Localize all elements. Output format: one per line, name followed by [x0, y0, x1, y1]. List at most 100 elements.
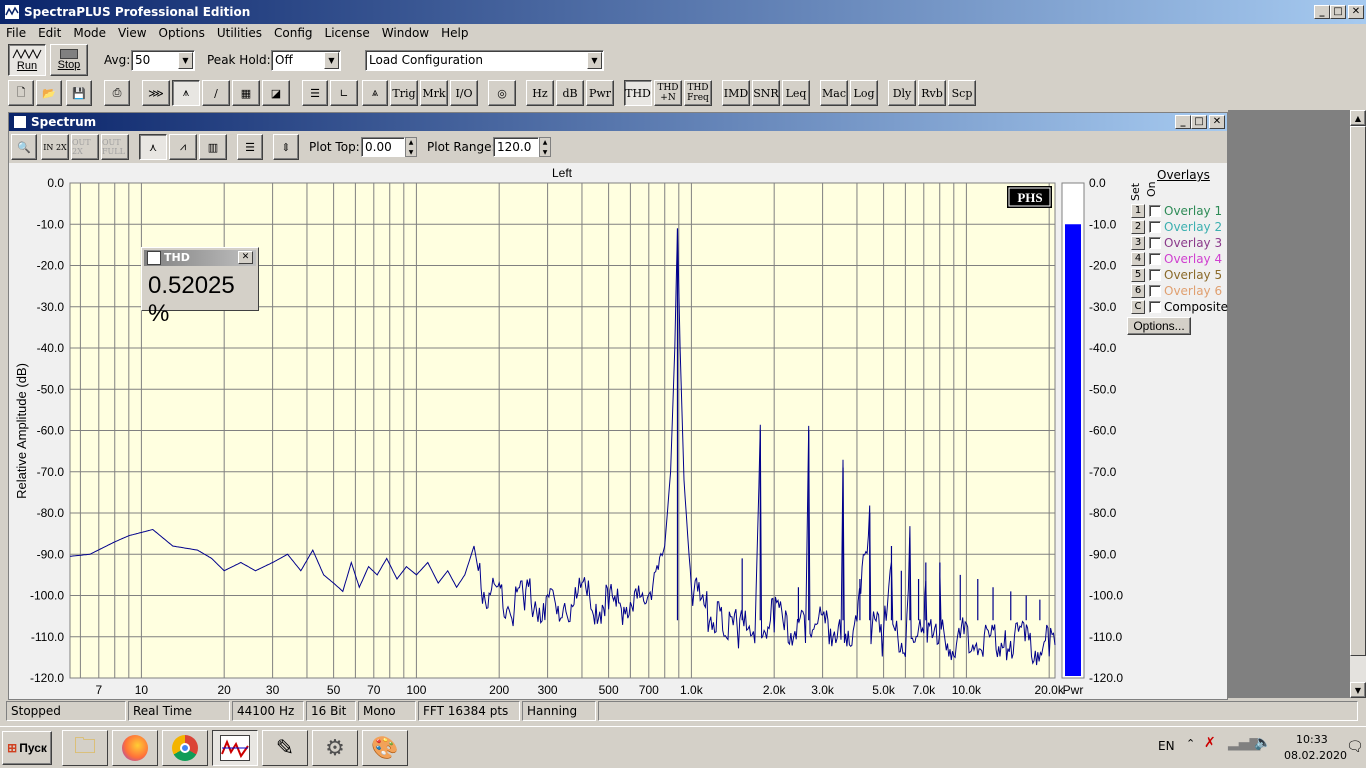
tray-expand-icon[interactable]: ⌃ — [1186, 737, 1195, 750]
spectrum-close-button[interactable]: ✕ — [1209, 115, 1225, 129]
overlay-5-checkbox[interactable] — [1149, 269, 1161, 281]
overlay-1-checkbox[interactable] — [1149, 205, 1161, 217]
plot-top-spinner[interactable]: ▲ ▼ — [405, 137, 417, 157]
overlay-6-checkbox[interactable] — [1149, 285, 1161, 297]
snr-button[interactable]: SNR — [752, 80, 780, 106]
composite-set-button[interactable]: C — [1131, 300, 1145, 314]
thd-readout-window[interactable]: THD ✕ 0.52025 % — [141, 247, 259, 327]
zoom-button[interactable]: 🔍 — [11, 134, 37, 160]
clock-date[interactable]: 08.02.2020 — [1284, 749, 1347, 762]
vertical-scrollbar[interactable]: ▲ ▼ — [1350, 110, 1366, 698]
menu-options[interactable]: Options — [153, 26, 211, 40]
stop-button[interactable]: Stop — [50, 44, 88, 76]
avg-select[interactable]: 50 ▼ — [131, 50, 195, 71]
overlay-set-5-button[interactable]: 5 — [1131, 268, 1145, 282]
menu-help[interactable]: Help — [435, 26, 474, 40]
minimize-button[interactable]: _ — [1314, 5, 1330, 19]
dly-button[interactable]: Dly — [888, 80, 916, 106]
line-plot-button[interactable]: ⋏ — [139, 134, 167, 160]
scroll-thumb[interactable] — [1350, 126, 1366, 656]
menu-view[interactable]: View — [112, 26, 152, 40]
log-button[interactable]: Log — [850, 80, 878, 106]
trig-button[interactable]: Trig — [390, 80, 418, 106]
menu-mode[interactable]: Mode — [67, 26, 112, 40]
overlay-set-4-button[interactable]: 4 — [1131, 252, 1145, 266]
scroll-up-icon[interactable]: ▲ — [1350, 110, 1366, 126]
open-button[interactable]: 📂 — [36, 80, 62, 106]
thd-freq-button[interactable]: THD Freq — [684, 80, 712, 106]
config-select[interactable]: Load Configuration ▼ — [365, 50, 604, 71]
mac-button[interactable]: Mac — [820, 80, 848, 106]
scroll-down-icon[interactable]: ▼ — [1350, 682, 1366, 698]
zoom-in-2x-button[interactable]: IN 2X — [41, 134, 69, 160]
spectrum-maximize-button[interactable]: □ — [1191, 115, 1207, 129]
menu-utilities[interactable]: Utilities — [211, 26, 268, 40]
overlay-set-6-button[interactable]: 6 — [1131, 284, 1145, 298]
hz-button[interactable]: Hz — [526, 80, 554, 106]
menu-config[interactable]: Config — [268, 26, 319, 40]
bar-plot-button[interactable]: ▥ — [199, 134, 227, 160]
plot-range-spinner[interactable]: ▲ ▼ — [539, 137, 551, 157]
scale-button[interactable]: ⇕ — [273, 134, 299, 160]
plot-settings-button[interactable]: ☰ — [237, 134, 263, 160]
chevron-down-icon[interactable]: ▼ — [178, 52, 193, 69]
maximize-button[interactable]: □ — [1330, 5, 1346, 19]
chevron-down-icon[interactable]: ▼ — [324, 52, 339, 69]
chevron-down-icon[interactable]: ▼ — [587, 52, 602, 69]
new-file-button[interactable]: 🗋 — [8, 80, 34, 106]
overlay-2-checkbox[interactable] — [1149, 221, 1161, 233]
paint-taskbar-button[interactable]: 🎨 — [362, 730, 408, 766]
overlay-set-2-button[interactable]: 2 — [1131, 220, 1145, 234]
overlay-set-3-button[interactable]: 3 — [1131, 236, 1145, 250]
db-button[interactable]: dB — [556, 80, 584, 106]
start-button[interactable]: ⊞ Пуск — [2, 731, 52, 765]
time-series-button[interactable]: ∕ — [202, 80, 230, 106]
3d-surface-button[interactable]: ◪ — [262, 80, 290, 106]
plot-top-input[interactable]: 0.00 — [361, 137, 405, 157]
zoom-out-2x-button[interactable]: OUT 2X — [71, 134, 99, 160]
thd-n-button[interactable]: THD +N — [654, 80, 682, 106]
io-button[interactable]: I/O — [450, 80, 478, 106]
thd-close-icon[interactable]: ✕ — [238, 251, 253, 264]
file-manager-taskbar-button[interactable]: 🗀 — [62, 730, 108, 766]
plot-range-input[interactable]: 120.0 — [493, 137, 539, 157]
spectraplus-taskbar-button[interactable] — [212, 730, 258, 766]
peak-hold-select[interactable]: Off ▼ — [271, 50, 341, 71]
tool-taskbar-button[interactable]: ⚙ — [312, 730, 358, 766]
print-button[interactable]: ⎙ — [104, 80, 130, 106]
axis-button[interactable]: ∟ — [330, 80, 358, 106]
volume-icon[interactable]: 🔈 — [1254, 735, 1271, 751]
rvb-button[interactable]: Rvb — [918, 80, 946, 106]
notification-icon[interactable]: 🗨 — [1346, 739, 1364, 755]
generator-button[interactable]: ⩓ — [362, 80, 388, 106]
network-icon[interactable]: ✗ — [1204, 735, 1216, 751]
spectrum-view-button[interactable]: ⩚ — [172, 80, 200, 106]
close-button[interactable]: ✕ — [1348, 5, 1364, 19]
menu-window[interactable]: Window — [376, 26, 435, 40]
pwr-button[interactable]: Pwr — [586, 80, 614, 106]
overlay-options-button[interactable]: Options... — [1127, 317, 1191, 335]
area-plot-button[interactable]: ⩘ — [169, 134, 197, 160]
overlay-set-1-button[interactable]: 1 — [1131, 204, 1145, 218]
imd-button[interactable]: IMD — [722, 80, 750, 106]
menu-file[interactable]: File — [0, 26, 32, 40]
overlay-3-checkbox[interactable] — [1149, 237, 1161, 249]
composite-checkbox[interactable] — [1149, 301, 1161, 313]
leq-button[interactable]: Leq — [782, 80, 810, 106]
spectrogram-button[interactable]: ▦ — [232, 80, 260, 106]
playback-button[interactable]: ⋙ — [142, 80, 170, 106]
chrome-taskbar-button[interactable] — [162, 730, 208, 766]
run-button[interactable]: Run — [8, 44, 46, 76]
signal-gen-button[interactable]: ◎ — [488, 80, 516, 106]
save-button[interactable]: 💾 — [66, 80, 92, 106]
menu-license[interactable]: License — [319, 26, 376, 40]
mrk-button[interactable]: Mrk — [420, 80, 448, 106]
clock-time[interactable]: 10:33 — [1296, 733, 1328, 746]
zoom-out-full-button[interactable]: OUT FULL — [101, 134, 129, 160]
overlay-4-checkbox[interactable] — [1149, 253, 1161, 265]
scp-button[interactable]: Scp — [948, 80, 976, 106]
menu-edit[interactable]: Edit — [32, 26, 67, 40]
firefox-taskbar-button[interactable] — [112, 730, 158, 766]
thd-button[interactable]: THD — [624, 80, 652, 106]
settings-button[interactable]: ☰ — [302, 80, 328, 106]
